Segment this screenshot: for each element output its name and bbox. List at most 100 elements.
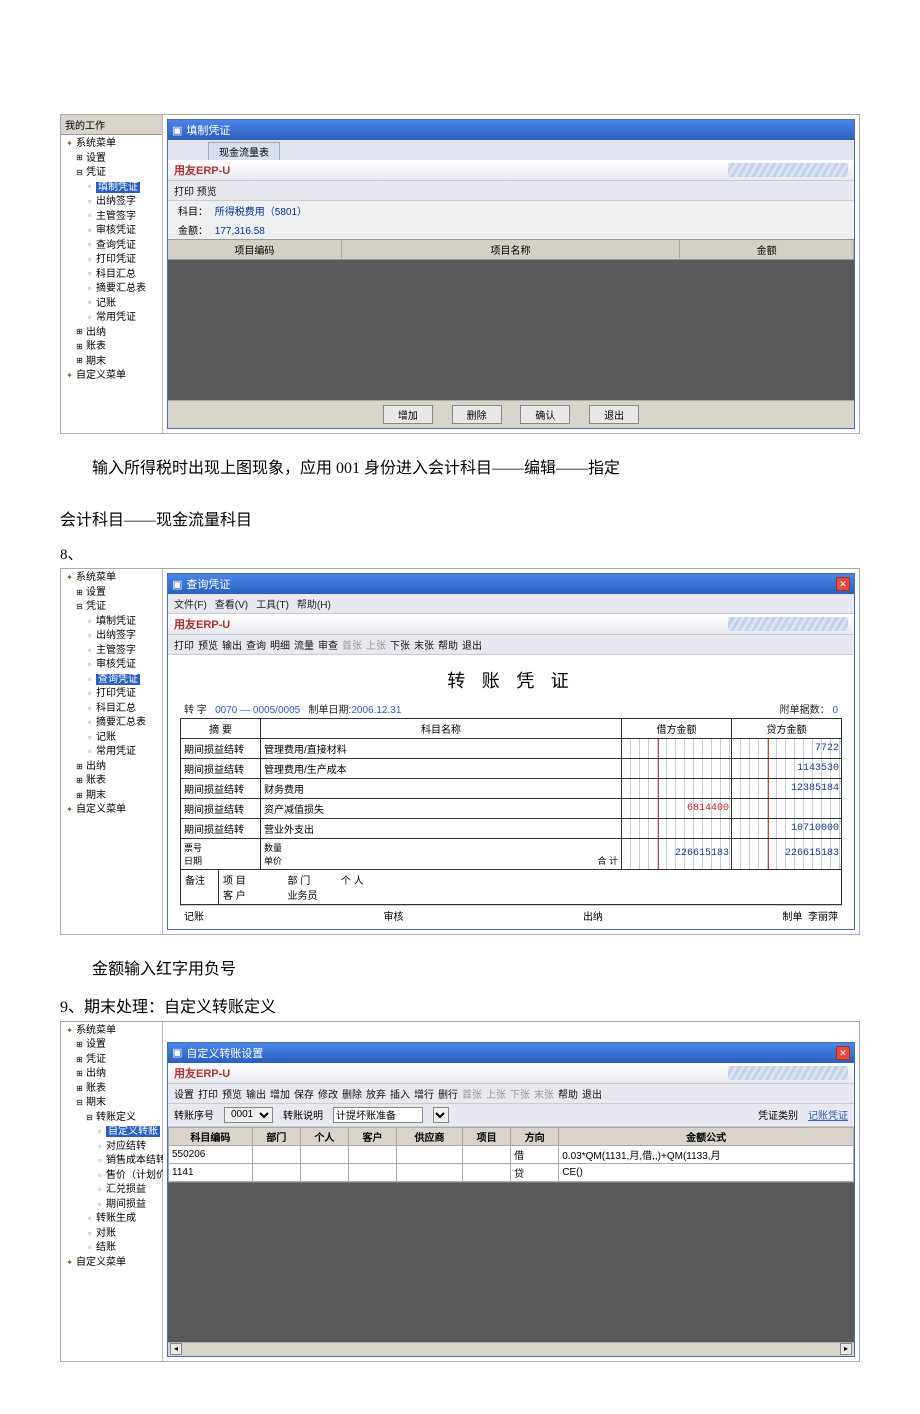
tab-cashflow[interactable]: 现金流量表 bbox=[208, 142, 280, 160]
voucher-row[interactable]: 期间损益结转管理费用/直接材料7722 bbox=[181, 739, 842, 759]
tree-item[interactable]: ▫科目汇总 bbox=[63, 702, 160, 717]
tree-item[interactable]: ✦自定义菜单 bbox=[63, 369, 160, 384]
voucher-row[interactable]: 期间损益结转财务费用12385184 bbox=[181, 779, 842, 799]
tree-item[interactable]: ▫审核凭证 bbox=[63, 658, 160, 673]
desc-input[interactable] bbox=[333, 1107, 423, 1123]
type-link[interactable]: 记账凭证 bbox=[808, 1107, 848, 1122]
titlebar-2[interactable]: ▣ 查询凭证 ✕ bbox=[168, 574, 854, 594]
close-icon[interactable]: ✕ bbox=[836, 577, 850, 591]
toolbar-item[interactable]: 首张 bbox=[342, 641, 362, 652]
grid3-row[interactable]: 550206借0.03*QM(1131,月,借,,)+QM(1133,月 bbox=[169, 1145, 854, 1163]
toolbar-item[interactable]: 打印 bbox=[174, 641, 194, 652]
tree-item[interactable]: ▫期间损益 bbox=[63, 1198, 160, 1213]
tree-item[interactable]: ▫出纳签字 bbox=[63, 195, 160, 210]
toolbar-item[interactable]: 放弃 bbox=[366, 1090, 386, 1101]
tree-item[interactable]: ▫科目汇总 bbox=[63, 268, 160, 283]
tree-item[interactable]: ⊟凭证 bbox=[63, 600, 160, 615]
toolbar-item[interactable]: 末张 bbox=[414, 641, 434, 652]
toolbar-left[interactable]: 打印 预览 bbox=[174, 183, 217, 198]
tree-item[interactable]: ▫打印凭证 bbox=[63, 253, 160, 268]
tree-item[interactable]: ✦系统菜单 bbox=[63, 137, 160, 152]
tree-item[interactable]: ⊞账表 bbox=[63, 340, 160, 355]
tree-item[interactable]: ▫主管签字 bbox=[63, 644, 160, 659]
voucher-row[interactable]: 期间损益结转营业外支出10710000 bbox=[181, 819, 842, 839]
toolbar-item[interactable]: 退出 bbox=[462, 641, 482, 652]
toolbar-item[interactable]: 打印 bbox=[198, 1090, 218, 1101]
tree-item[interactable]: ⊞出纳 bbox=[63, 760, 160, 775]
desc-dropdown[interactable] bbox=[433, 1107, 449, 1123]
tree-item[interactable]: ⊟期末 bbox=[63, 1096, 160, 1111]
toolbar-item[interactable]: 末张 bbox=[534, 1090, 554, 1101]
toolbar-item[interactable]: 输出 bbox=[222, 641, 242, 652]
tree-item[interactable]: ▫填制凭证 bbox=[63, 615, 160, 630]
add-button[interactable]: 增加 bbox=[383, 405, 433, 424]
toolbar-item[interactable]: 上张 bbox=[366, 641, 386, 652]
tree-item[interactable]: ▫销售成本结转 bbox=[63, 1154, 160, 1169]
tree-item[interactable]: ▫查询凭证 bbox=[63, 239, 160, 254]
toolbar-item[interactable]: 帮助 bbox=[558, 1090, 578, 1101]
toolbar-item[interactable]: 增行 bbox=[414, 1090, 434, 1101]
toolbar-item[interactable]: 首张 bbox=[462, 1090, 482, 1101]
tree-item[interactable]: ▫记账 bbox=[63, 297, 160, 312]
tree-item[interactable]: ▫自定义转账 bbox=[63, 1125, 160, 1140]
tree-item[interactable]: ▫审核凭证 bbox=[63, 224, 160, 239]
toolbar-item[interactable]: 设置 bbox=[174, 1090, 194, 1101]
tree-item[interactable]: ▫记账 bbox=[63, 731, 160, 746]
ok-button[interactable]: 确认 bbox=[520, 405, 570, 424]
toolbar-item[interactable]: 退出 bbox=[582, 1090, 602, 1101]
menu-item[interactable]: 工具(T) bbox=[256, 600, 289, 611]
toolbar-item[interactable]: 删行 bbox=[438, 1090, 458, 1101]
horizontal-scrollbar[interactable]: ◂ ▸ bbox=[168, 1342, 854, 1356]
tree-item[interactable]: ⊞账表 bbox=[63, 1082, 160, 1097]
toolbar-3[interactable]: 设置打印预览输出增加保存修改删除放弃插入增行删行首张上张下张末张帮助退出 bbox=[168, 1084, 854, 1104]
menubar-2[interactable]: 文件(F) 查看(V) 工具(T) 帮助(H) bbox=[168, 594, 854, 614]
tree-item[interactable]: ⊟凭证 bbox=[63, 166, 160, 181]
tree-item[interactable]: ▫对应结转 bbox=[63, 1140, 160, 1155]
menu-item[interactable]: 文件(F) bbox=[174, 600, 207, 611]
tree-item[interactable]: ▫常用凭证 bbox=[63, 745, 160, 760]
toolbar-2[interactable]: 打印预览输出查询明细流量审查首张上张下张末张帮助退出 bbox=[168, 635, 854, 655]
titlebar-1[interactable]: ▣ 填制凭证 bbox=[168, 120, 854, 140]
tree-item[interactable]: ▫摘要汇总表 bbox=[63, 716, 160, 731]
tree-item[interactable]: ▫填制凭证 bbox=[63, 181, 160, 196]
voucher-row[interactable]: 期间损益结转管理费用/生产成本1143530 bbox=[181, 759, 842, 779]
menu-item[interactable]: 帮助(H) bbox=[297, 600, 331, 611]
delete-button[interactable]: 删除 bbox=[452, 405, 502, 424]
toolbar-item[interactable]: 审查 bbox=[318, 641, 338, 652]
menu-item[interactable]: 查看(V) bbox=[215, 600, 248, 611]
seq-select[interactable]: 0001 bbox=[224, 1107, 273, 1123]
tree-item[interactable]: ⊞出纳 bbox=[63, 326, 160, 341]
toolbar-item[interactable]: 保存 bbox=[294, 1090, 314, 1101]
toolbar-item[interactable]: 修改 bbox=[318, 1090, 338, 1101]
toolbar-item[interactable]: 查询 bbox=[246, 641, 266, 652]
tree-item[interactable]: ▫转账生成 bbox=[63, 1212, 160, 1227]
tree-item[interactable]: ▫售价（计划价） bbox=[63, 1169, 160, 1184]
tree-item[interactable]: ⊞设置 bbox=[63, 586, 160, 601]
tree-item[interactable]: ▫摘要汇总表 bbox=[63, 282, 160, 297]
titlebar-3[interactable]: ▣ 自定义转账设置 ✕ bbox=[168, 1043, 854, 1063]
tree-item[interactable]: ⊟转账定义 bbox=[63, 1111, 160, 1126]
toolbar-item[interactable]: 下张 bbox=[390, 641, 410, 652]
toolbar-item[interactable]: 增加 bbox=[270, 1090, 290, 1101]
tree-item[interactable]: ▫常用凭证 bbox=[63, 311, 160, 326]
tree-item[interactable]: ⊞凭证 bbox=[63, 1053, 160, 1068]
tree-item[interactable]: ▫结账 bbox=[63, 1241, 160, 1256]
tree-item[interactable]: ▫出纳签字 bbox=[63, 629, 160, 644]
voucher-row[interactable]: 期间损益结转资产减值损失6814400 bbox=[181, 799, 842, 819]
tree-item[interactable]: ⊞设置 bbox=[63, 152, 160, 167]
tree-item[interactable]: ⊞出纳 bbox=[63, 1067, 160, 1082]
tree-item[interactable]: ▫查询凭证 bbox=[63, 673, 160, 688]
tree-item[interactable]: ▫打印凭证 bbox=[63, 687, 160, 702]
toolbar-item[interactable]: 上张 bbox=[486, 1090, 506, 1101]
toolbar-item[interactable]: 下张 bbox=[510, 1090, 530, 1101]
close-icon[interactable]: ✕ bbox=[836, 1046, 850, 1060]
toolbar-item[interactable]: 流量 bbox=[294, 641, 314, 652]
scroll-right-icon[interactable]: ▸ bbox=[840, 1343, 852, 1355]
tree-item[interactable]: ▫主管签字 bbox=[63, 210, 160, 225]
tree-item[interactable]: ⊞期末 bbox=[63, 789, 160, 804]
toolbar-item[interactable]: 预览 bbox=[222, 1090, 242, 1101]
toolbar-item[interactable]: 输出 bbox=[246, 1090, 266, 1101]
tree-item[interactable]: ✦系统菜单 bbox=[63, 571, 160, 586]
scroll-left-icon[interactable]: ◂ bbox=[170, 1343, 182, 1355]
tree-item[interactable]: ⊞设置 bbox=[63, 1038, 160, 1053]
